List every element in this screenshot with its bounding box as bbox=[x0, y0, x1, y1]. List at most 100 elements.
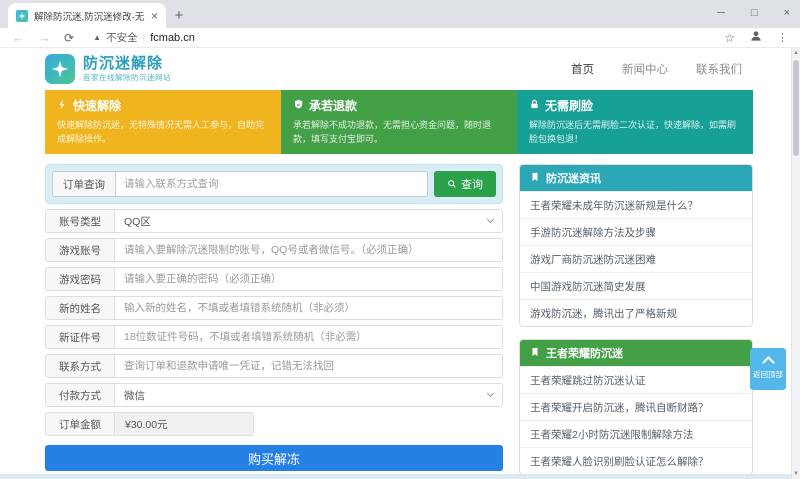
window-maximize-button[interactable]: □ bbox=[751, 7, 758, 19]
scroll-up-icon[interactable]: ▲ bbox=[792, 48, 800, 58]
sidebar-section-1: 王者荣耀防沉迷王者荣耀跳过防沉迷认证王者荣耀开启防沉迷，腾讯自断财路？王者荣耀2… bbox=[519, 339, 753, 475]
address-bar: ← → ⟳ ▲ 不安全 | fcmab.cn ☆ ⋮ bbox=[0, 28, 800, 48]
article-link[interactable]: 中国游戏防沉迷简史发展 bbox=[520, 272, 752, 299]
site-header: 防沉迷解除 首家在线解除防沉迷网站 首页新闻中心联系我们 bbox=[0, 48, 800, 90]
article-link[interactable]: 手游防沉迷解除方法及步骤 bbox=[520, 218, 752, 245]
bookmark-icon bbox=[530, 347, 540, 360]
form-row: 新的姓名 bbox=[45, 296, 503, 320]
banner-text: 解除防沉迷后无需刷脸二次认证，快速解除，如需刷脸包换包退！ bbox=[529, 118, 741, 147]
reload-icon[interactable]: ⟳ bbox=[64, 31, 74, 45]
select-value: QQ区 bbox=[124, 214, 151, 229]
banner-2: 无需刷脸解除防沉迷后无需刷脸二次认证，快速解除，如需刷脸包换包退！ bbox=[517, 90, 753, 154]
order-query-bar: 订单查询 查询 bbox=[45, 164, 503, 204]
url-separator: | bbox=[142, 32, 145, 44]
nav-item-0[interactable]: 首页 bbox=[571, 61, 594, 77]
back-to-top-label: 返回顶部 bbox=[753, 369, 783, 380]
field-select[interactable]: 微信 bbox=[114, 383, 503, 407]
field-label: 新的姓名 bbox=[45, 296, 115, 320]
form-row: 账号类型 QQ区 bbox=[45, 209, 503, 233]
banner-text: 快速解除防沉迷，无特殊情况无需人工参与，自助完成解除操作。 bbox=[57, 118, 269, 147]
security-indicator[interactable]: ▲ 不安全 | fcmab.cn bbox=[93, 30, 195, 45]
form-row: 付款方式微信 bbox=[45, 383, 503, 407]
scroll-down-icon[interactable]: ▼ bbox=[792, 469, 800, 479]
window-minimize-button[interactable]: ─ bbox=[717, 7, 725, 19]
security-label: 不安全 bbox=[106, 30, 138, 45]
section-title: 防沉迷资讯 bbox=[546, 170, 601, 186]
article-link[interactable]: 王者荣耀跳过防沉迷认证 bbox=[520, 366, 752, 393]
query-button[interactable]: 查询 bbox=[434, 171, 496, 197]
field-label: 新证件号 bbox=[45, 325, 115, 349]
article-link[interactable]: 王者荣耀人脸识别刷脸认证怎么解除？ bbox=[520, 447, 752, 474]
page-content: 防沉迷解除 首家在线解除防沉迷网站 首页新闻中心联系我们 快速解除快速解除防沉迷… bbox=[0, 48, 800, 479]
back-icon[interactable]: ← bbox=[12, 30, 25, 45]
nav-item-1[interactable]: 新闻中心 bbox=[622, 61, 668, 77]
section-title: 王者荣耀防沉迷 bbox=[546, 345, 623, 361]
section-header: 防沉迷资讯 bbox=[520, 165, 752, 191]
field-label: 账号类型 bbox=[45, 209, 115, 233]
banner-title: 承若退款 bbox=[309, 97, 357, 114]
article-link[interactable]: 王者荣耀未成年防沉迷新规是什么？ bbox=[520, 191, 752, 218]
back-to-top-button[interactable]: 返回顶部 bbox=[750, 348, 786, 390]
url-text: fcmab.cn bbox=[150, 32, 195, 44]
article-link[interactable]: 游戏厂商防沉迷防沉迷困难 bbox=[520, 245, 752, 272]
order-query-label: 订单查询 bbox=[52, 171, 115, 197]
browser-tab[interactable]: 解除防沉迷,防沉迷修改-无需二... × bbox=[8, 3, 166, 28]
banner-title: 无需刷脸 bbox=[545, 97, 593, 114]
field-label: 付款方式 bbox=[45, 383, 115, 407]
tab-close-icon[interactable]: × bbox=[151, 9, 158, 23]
buy-unfreeze-button[interactable]: 购买解冻 bbox=[45, 445, 503, 471]
search-icon bbox=[447, 179, 457, 189]
warning-icon: ▲ bbox=[93, 33, 101, 42]
section-header: 王者荣耀防沉迷 bbox=[520, 340, 752, 366]
lightning-icon bbox=[57, 99, 68, 113]
site-subtitle: 首家在线解除防沉迷网站 bbox=[83, 72, 171, 83]
field-input[interactable] bbox=[114, 238, 503, 262]
site-favicon-icon bbox=[16, 10, 28, 22]
chevron-up-icon bbox=[762, 356, 775, 369]
page-scrollbar[interactable]: ▲ ▼ bbox=[791, 48, 800, 479]
field-input[interactable] bbox=[114, 325, 503, 349]
field-select[interactable]: QQ区 bbox=[114, 209, 503, 233]
window-close-button[interactable]: × bbox=[784, 7, 790, 19]
banner-title: 快速解除 bbox=[73, 97, 121, 114]
order-amount-value: ¥30.00元 bbox=[114, 412, 254, 436]
footer-strip bbox=[0, 474, 791, 479]
profile-avatar-icon[interactable] bbox=[749, 29, 763, 46]
article-link[interactable]: 王者荣耀2小时防沉迷限制解除方法 bbox=[520, 420, 752, 447]
select-value: 微信 bbox=[124, 388, 145, 403]
scrollbar-thumb[interactable] bbox=[793, 60, 799, 156]
field-input[interactable] bbox=[114, 296, 503, 320]
browser-tabstrip: 解除防沉迷,防沉迷修改-无需二... × + ─ □ × bbox=[0, 0, 800, 28]
field-label: 游戏密码 bbox=[45, 267, 115, 291]
field-label: 订单金额 bbox=[45, 412, 115, 436]
site-logo bbox=[45, 54, 75, 84]
field-input[interactable] bbox=[114, 354, 503, 378]
field-label: 游戏账号 bbox=[45, 238, 115, 262]
article-link[interactable]: 王者荣耀开启防沉迷，腾讯自断财路？ bbox=[520, 393, 752, 420]
bookmark-star-icon[interactable]: ☆ bbox=[724, 31, 735, 45]
chevron-down-icon bbox=[487, 390, 494, 397]
banner-1: 承若退款承若解除不成功退款，无需担心资金问题，随时退款，填写支付宝即可。 bbox=[281, 90, 517, 154]
field-input[interactable] bbox=[114, 267, 503, 291]
sidebar-section-0: 防沉迷资讯王者荣耀未成年防沉迷新规是什么？手游防沉迷解除方法及步骤游戏厂商防沉迷… bbox=[519, 164, 753, 327]
top-navigation: 首页 新闻中心 联系我们 bbox=[571, 61, 742, 77]
field-label: 联系方式 bbox=[45, 354, 115, 378]
form-row: 游戏账号 bbox=[45, 238, 503, 262]
nav-item-2[interactable]: 联系我们 bbox=[696, 61, 742, 77]
lock-icon bbox=[529, 99, 540, 113]
new-tab-button[interactable]: + bbox=[166, 3, 192, 28]
browser-menu-icon[interactable]: ⋮ bbox=[777, 31, 788, 44]
banner-text: 承若解除不成功退款，无需担心资金问题，随时退款，填写支付宝即可。 bbox=[293, 118, 505, 147]
forward-icon[interactable]: → bbox=[38, 30, 51, 45]
sidebar: 防沉迷资讯王者荣耀未成年防沉迷新规是什么？手游防沉迷解除方法及步骤游戏厂商防沉迷… bbox=[519, 164, 753, 479]
article-link[interactable]: 游戏防沉迷，腾讯出了严格新规 bbox=[520, 299, 752, 326]
form-row: 新证件号 bbox=[45, 325, 503, 349]
feature-banners: 快速解除快速解除防沉迷，无特殊情况无需人工参与，自助完成解除操作。承若退款承若解… bbox=[45, 90, 753, 154]
shield-icon bbox=[293, 99, 304, 113]
bookmark-icon bbox=[530, 172, 540, 185]
tab-title: 解除防沉迷,防沉迷修改-无需二... bbox=[34, 9, 145, 23]
form-row: 联系方式 bbox=[45, 354, 503, 378]
order-query-input[interactable] bbox=[115, 171, 428, 197]
form-row: 订单金额¥30.00元 bbox=[45, 412, 503, 436]
banner-0: 快速解除快速解除防沉迷，无特殊情况无需人工参与，自助完成解除操作。 bbox=[45, 90, 281, 154]
